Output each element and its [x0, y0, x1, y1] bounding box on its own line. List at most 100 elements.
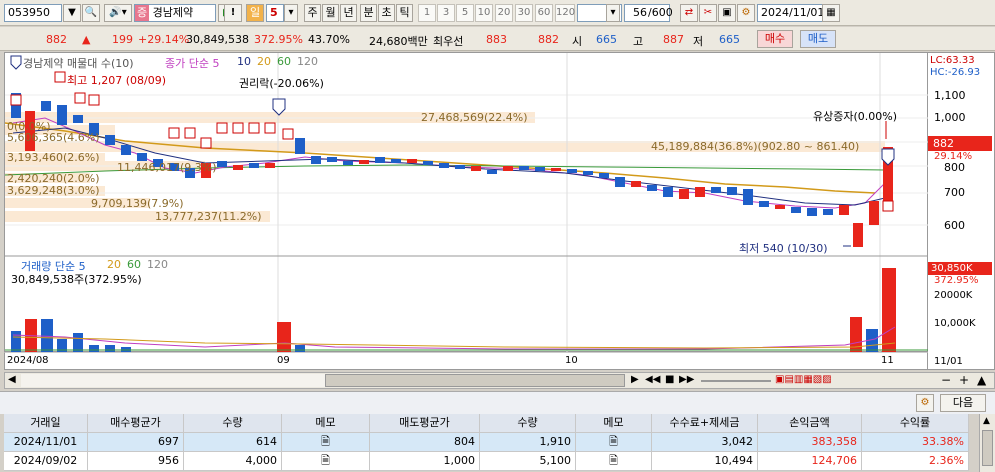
date-input[interactable]: 2024/11/01	[757, 4, 825, 22]
forward-icon[interactable]: ▶▶	[679, 374, 694, 385]
buy-button[interactable]: 매수	[757, 30, 793, 48]
candle	[711, 187, 721, 193]
period-tick-button[interactable]: 틱	[396, 4, 413, 22]
warning-button[interactable]: !	[224, 4, 242, 22]
price-chart[interactable]: 경남제약 매물대 수(10) 종가 단순 5 10 20 60 120 최고 1…	[4, 52, 929, 353]
cell-sell-avg: 1,000	[370, 452, 480, 471]
code-dropdown-icon[interactable]: ▼	[63, 4, 81, 22]
memo-icon[interactable]: 🗎	[282, 433, 370, 452]
col-header[interactable]: 매도평균가	[370, 414, 480, 433]
indicator-icons[interactable]: ▣▤▥▦▧▨	[775, 374, 832, 385]
candle	[455, 165, 465, 169]
save-icon[interactable]: ▣	[718, 4, 736, 22]
scroll-left-icon[interactable]: ◀	[8, 374, 16, 385]
gear-icon[interactable]: ⚙	[737, 4, 755, 22]
turnover-rate: 43.70%	[308, 33, 350, 46]
col-header[interactable]: 수익률	[862, 414, 969, 433]
best-ask: 883	[486, 33, 507, 46]
table-row[interactable]: 2024/09/02 956 4,000 🗎 1,000 5,100 🗎 10,…	[4, 452, 979, 471]
marker	[88, 94, 100, 106]
memo-icon[interactable]: 🗎	[576, 433, 652, 452]
low-label: 저	[693, 35, 704, 48]
chart-scrollbar[interactable]: ◀ ▶ ◀◀ ■ ▶▶ ▣▤▥▦▧▨ − + ▲	[4, 372, 995, 389]
period-second-button[interactable]: 초	[378, 4, 395, 22]
interval-30-button[interactable]: 30	[515, 4, 533, 22]
interval-3-button[interactable]: 3	[437, 4, 455, 22]
interval-1-button[interactable]: 1	[418, 4, 436, 22]
col-header[interactable]: 수수료+제세금	[652, 414, 758, 433]
legend-ma: 종가 단순 5	[165, 57, 220, 70]
table-toolbar: ⚙ 다음	[0, 391, 995, 414]
period-dropdown-icon[interactable]: ▾	[284, 4, 298, 22]
interval-60-button[interactable]: 60	[535, 4, 553, 22]
table-scrollbar[interactable]: ▲	[979, 414, 995, 472]
interval-120-button[interactable]: 120	[555, 4, 575, 22]
lc-value: LC:63.33	[930, 55, 975, 66]
marker	[216, 122, 228, 134]
period-year-button[interactable]: 년	[340, 4, 357, 22]
candle	[695, 187, 705, 197]
scissors-icon[interactable]: ✂	[699, 4, 717, 22]
low-note: 최저 540 (10/30)	[739, 242, 828, 255]
zoom-slider[interactable]	[701, 380, 771, 382]
interval-10-button[interactable]: 10	[475, 4, 493, 22]
zoom-in-icon[interactable]: +	[959, 373, 969, 387]
next-button[interactable]: 다음	[940, 394, 986, 412]
memo-icon[interactable]: 🗎	[282, 452, 370, 471]
crosshair-icon[interactable]: ⇄	[680, 4, 698, 22]
col-header[interactable]: 메모	[576, 414, 652, 433]
volume-tag: 30,850K	[928, 262, 992, 275]
stop-icon[interactable]: ■	[665, 374, 674, 385]
col-header[interactable]: 수량	[184, 414, 282, 433]
cell-buy-avg: 697	[88, 433, 184, 452]
interval-20-button[interactable]: 20	[495, 4, 513, 22]
scroll-thumb[interactable]	[325, 374, 625, 387]
price-info-bar: 882 ▲ 199 +29.14% 30,849,538 372.95% 43.…	[0, 27, 995, 51]
col-header[interactable]: 수량	[480, 414, 576, 433]
high-note: 최고 1,207 (08/09)	[67, 74, 167, 87]
candle	[105, 135, 115, 145]
x-label: 2024/08	[7, 355, 49, 366]
table-scroll-thumb[interactable]	[982, 430, 993, 466]
col-header[interactable]: 손익금액	[758, 414, 862, 433]
search-icon[interactable]: 🔍	[82, 4, 100, 22]
best-label: 최우선	[433, 35, 464, 48]
interval-dropdown-icon[interactable]: ▾	[606, 4, 620, 22]
zoom-out-icon[interactable]: −	[941, 373, 951, 387]
period-week-button[interactable]: 주	[304, 4, 321, 22]
cell-return: 2.36%	[862, 452, 969, 471]
col-header[interactable]: 거래일	[4, 414, 88, 433]
table-scroll-up-icon[interactable]: ▲	[983, 416, 990, 426]
scroll-up-icon[interactable]: ▲	[977, 373, 986, 387]
rewind-icon[interactable]: ◀◀	[645, 374, 660, 385]
col-header[interactable]: 매수평균가	[88, 414, 184, 433]
candle	[791, 207, 801, 213]
stock-code-input[interactable]: 053950	[4, 4, 62, 22]
vp-label: 9,709,139(7.9%)	[91, 197, 184, 210]
candle	[839, 205, 849, 215]
table-settings-icon[interactable]: ⚙	[916, 394, 934, 412]
table-header: 거래일 매수평균가 수량 메모 매도평균가 수량 메모 수수료+제세금 손익금액…	[4, 414, 979, 433]
candle	[41, 101, 51, 111]
scroll-right-icon[interactable]: ▶	[631, 374, 639, 385]
stock-name-field[interactable]: 증 경남제약	[134, 4, 216, 22]
speaker-icon[interactable]: 🔊▾	[104, 4, 132, 22]
legend-ma10: 10	[237, 55, 251, 68]
cell-return: 33.38%	[862, 433, 969, 452]
table-row[interactable]: 2024/11/01 697 614 🗎 804 1,910 🗎 3,042 3…	[4, 433, 979, 452]
candle	[265, 163, 275, 168]
period-day-button[interactable]: 일	[246, 4, 264, 22]
current-pct-tag: 29.14%	[934, 151, 973, 162]
calendar-icon[interactable]: ▦	[822, 4, 840, 22]
marker	[168, 127, 180, 139]
vp-label: 45,189,884(36.8%)(902.80 ~ 861.40)	[651, 140, 860, 153]
period-month-button[interactable]: 월	[322, 4, 339, 22]
interval-5-button[interactable]: 5	[456, 4, 474, 22]
period-minute-button[interactable]: 분	[360, 4, 377, 22]
sell-button[interactable]: 매도	[800, 30, 836, 48]
col-header[interactable]: 메모	[282, 414, 370, 433]
memo-icon[interactable]: 🗎	[576, 452, 652, 471]
period-value-input[interactable]: 5	[266, 4, 284, 22]
vol-ma20-line	[12, 336, 896, 349]
ma20-line	[4, 122, 876, 194]
